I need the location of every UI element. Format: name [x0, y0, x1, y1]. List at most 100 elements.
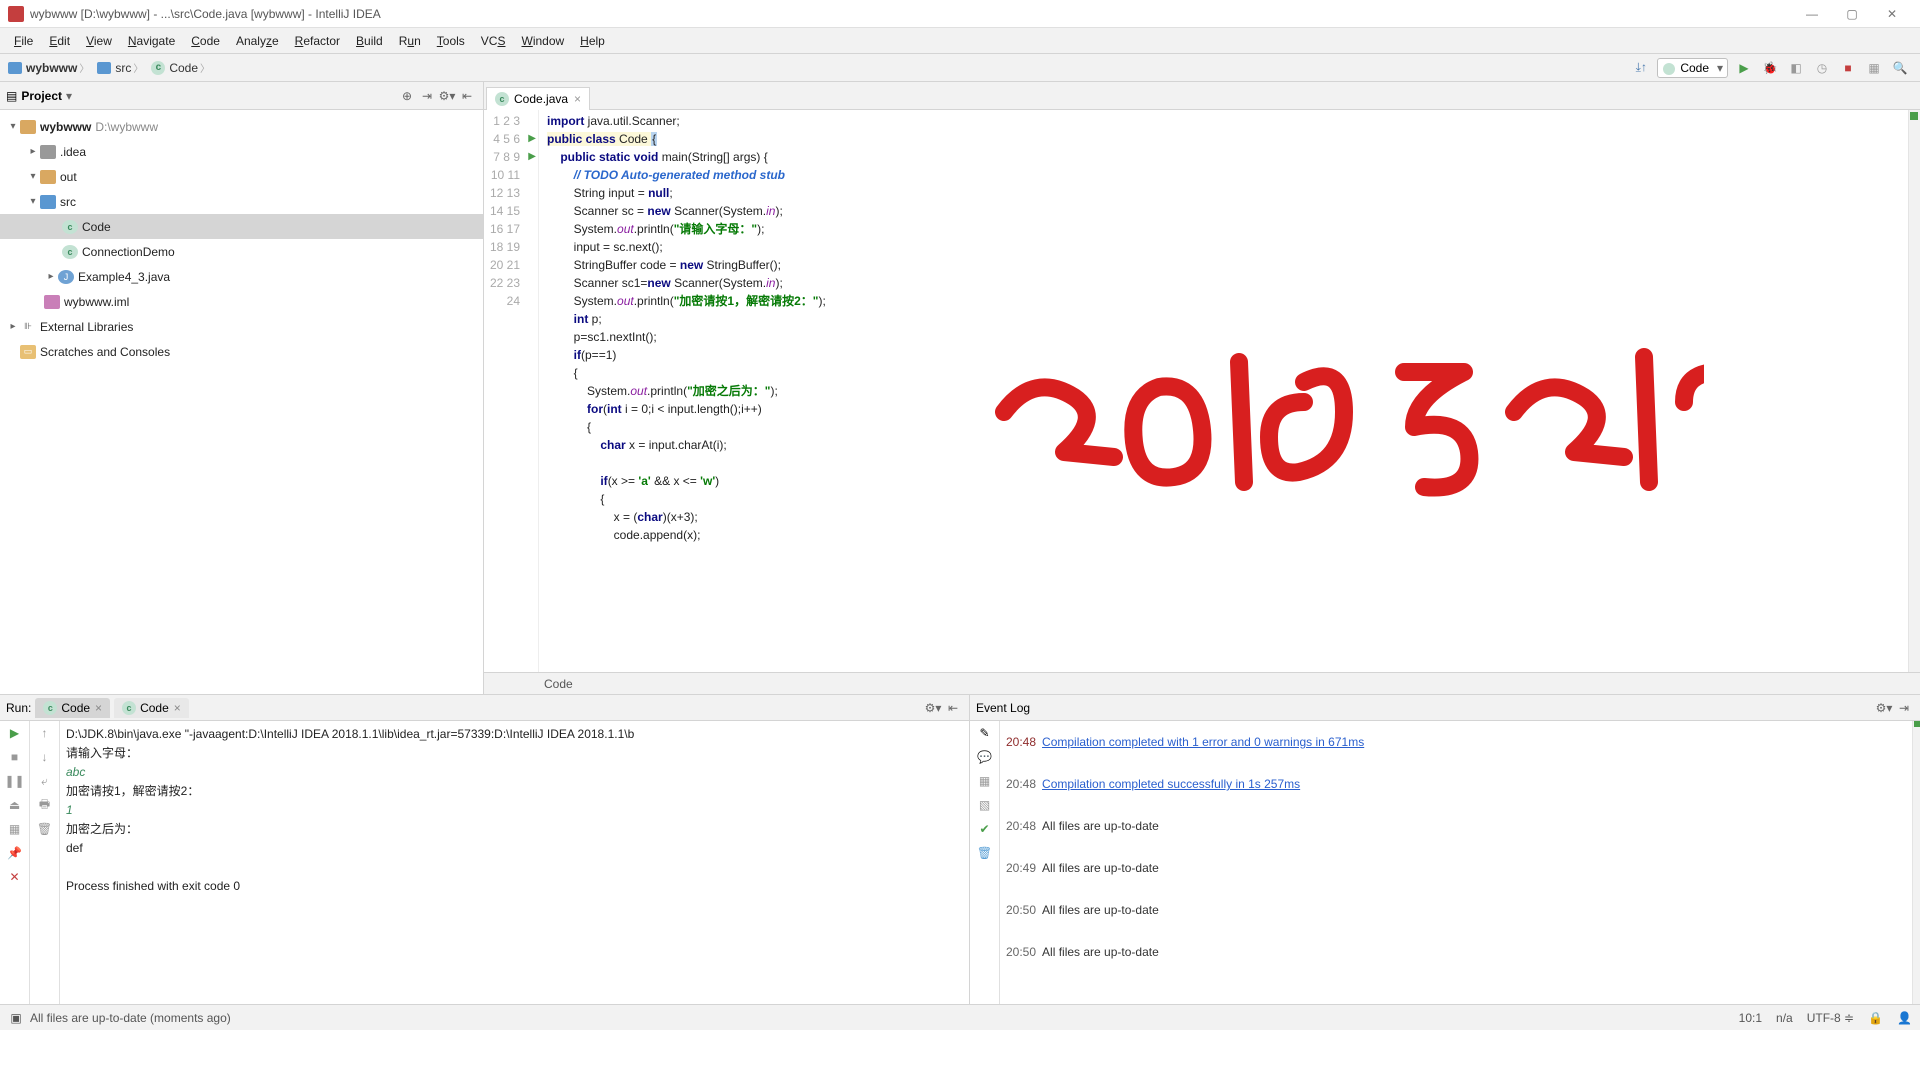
- hector-icon[interactable]: 👤: [1897, 1011, 1912, 1025]
- event-row[interactable]: 20:50All files are up-to-date: [1006, 889, 1906, 931]
- close-button[interactable]: ✕: [1872, 0, 1912, 28]
- menu-navigate[interactable]: Navigate: [120, 31, 183, 51]
- print-icon[interactable]: 🖶: [37, 797, 53, 813]
- editor-breadcrumb[interactable]: Code: [484, 672, 1920, 694]
- crumb-project[interactable]: wybwww: [4, 60, 93, 75]
- gear-icon[interactable]: ⚙▾: [1874, 698, 1894, 718]
- stop-icon[interactable]: ■: [1838, 58, 1858, 78]
- event-row[interactable]: 20:48Compilation completed successfully …: [1006, 763, 1906, 805]
- trash-icon[interactable]: 🗑: [977, 845, 993, 861]
- stop-icon[interactable]: ■: [7, 749, 23, 765]
- wrap-icon[interactable]: ⤶: [37, 773, 53, 789]
- tool-window-icon[interactable]: ▣: [8, 1010, 24, 1026]
- menu-refactor[interactable]: Refactor: [287, 31, 348, 51]
- menu-edit[interactable]: Edit: [41, 31, 78, 51]
- tree-item[interactable]: ▸.idea: [0, 139, 483, 164]
- tree-item[interactable]: cConnectionDemo: [0, 239, 483, 264]
- filter-icon[interactable]: ▧: [977, 797, 993, 813]
- menu-run[interactable]: Run: [391, 31, 429, 51]
- event-row[interactable]: 20:48Compilation completed with 1 error …: [1006, 721, 1906, 763]
- menu-analyze[interactable]: Analyze: [228, 31, 287, 51]
- hide-icon[interactable]: ⇥: [1894, 698, 1914, 718]
- tree-item[interactable]: wybwww.iml: [0, 289, 483, 314]
- window-title: wybwww [D:\wybwww] - ...\src\Code.java […: [30, 7, 381, 21]
- tree-item[interactable]: ▾out: [0, 164, 483, 189]
- insert-mode[interactable]: n/a: [1776, 1011, 1793, 1025]
- settings-icon[interactable]: ✎: [977, 725, 993, 741]
- class-icon: c: [62, 245, 78, 259]
- balloon-icon[interactable]: 💬: [977, 749, 993, 765]
- locate-icon[interactable]: ⊕: [397, 86, 417, 106]
- run-tab[interactable]: cCode×: [35, 698, 110, 718]
- build-icon[interactable]: ⤓↑: [1631, 58, 1651, 78]
- structure-icon[interactable]: ▦: [1864, 58, 1884, 78]
- tree-root[interactable]: ▾wybwwwD:\wybwww: [0, 114, 483, 139]
- event-row[interactable]: 20:48All files are up-to-date: [1006, 805, 1906, 847]
- caret-position[interactable]: 10:1: [1739, 1011, 1762, 1025]
- code-area[interactable]: 1 2 3 4 5 6 7 8 9 10 11 12 13 14 15 16 1…: [484, 110, 1920, 672]
- run-config-select[interactable]: Code: [1657, 58, 1728, 78]
- profile-icon[interactable]: ◷: [1812, 58, 1832, 78]
- event-title: Event Log: [976, 701, 1030, 715]
- menu-file[interactable]: File: [6, 31, 41, 51]
- menu-code[interactable]: Code: [183, 31, 228, 51]
- collapse-icon[interactable]: ⇥: [417, 86, 437, 106]
- event-row[interactable]: 20:49All files are up-to-date: [1006, 847, 1906, 889]
- run-icon[interactable]: ▶: [1734, 58, 1754, 78]
- pin-icon[interactable]: 📌: [7, 845, 23, 861]
- project-header[interactable]: ▤Project▾ ⊕ ⇥ ⚙▾ ⇤: [0, 82, 483, 110]
- gear-icon[interactable]: ⚙▾: [437, 86, 457, 106]
- minimize-button[interactable]: ―: [1792, 0, 1832, 28]
- src-folder-icon: [40, 195, 56, 209]
- menu-build[interactable]: Build: [348, 31, 391, 51]
- check-icon[interactable]: ✔: [977, 821, 993, 837]
- exit-icon[interactable]: ⏏: [7, 797, 23, 813]
- close-icon[interactable]: ×: [174, 701, 181, 715]
- maximize-button[interactable]: ▢: [1832, 0, 1872, 28]
- menu-window[interactable]: Window: [513, 31, 572, 51]
- lock-icon[interactable]: 🔒: [1868, 1011, 1883, 1025]
- event-list[interactable]: 20:48Compilation completed with 1 error …: [1000, 721, 1912, 1004]
- run-gutter-icon[interactable]: ▶: [528, 148, 536, 166]
- gear-icon[interactable]: ⚙▾: [923, 698, 943, 718]
- search-icon[interactable]: 🔍: [1890, 58, 1910, 78]
- class-icon: c: [62, 220, 78, 234]
- pause-icon[interactable]: ❚❚: [7, 773, 23, 789]
- tree-item-selected[interactable]: cCode: [0, 214, 483, 239]
- coverage-icon[interactable]: ◧: [1786, 58, 1806, 78]
- gutter[interactable]: 1 2 3 4 5 6 7 8 9 10 11 12 13 14 15 16 1…: [484, 110, 539, 672]
- run-gutter-icon[interactable]: ▶: [528, 130, 536, 148]
- close-tab-icon[interactable]: ×: [574, 92, 581, 106]
- crumb-file[interactable]: cCode: [147, 60, 214, 75]
- tree-item[interactable]: ▾src: [0, 189, 483, 214]
- error-stripe[interactable]: [1908, 110, 1920, 672]
- editor: cCode.java× 1 2 3 4 5 6 7 8 9 10 11 12 1…: [484, 82, 1920, 694]
- hide-icon[interactable]: ⇤: [457, 86, 477, 106]
- up-icon[interactable]: ↑: [37, 725, 53, 741]
- close-icon[interactable]: ×: [95, 701, 102, 715]
- tree-item[interactable]: ▸⊪External Libraries: [0, 314, 483, 339]
- editor-tab[interactable]: cCode.java×: [486, 87, 590, 110]
- menu-tools[interactable]: Tools: [429, 31, 473, 51]
- console-output[interactable]: D:\JDK.8\bin\java.exe "-javaagent:D:\Int…: [60, 721, 969, 1004]
- debug-icon[interactable]: 🐞: [1760, 58, 1780, 78]
- project-tree[interactable]: ▾wybwwwD:\wybwww ▸.idea ▾out ▾src cCode …: [0, 110, 483, 694]
- close-icon[interactable]: ✕: [7, 869, 23, 885]
- menu-view[interactable]: View: [78, 31, 120, 51]
- menu-help[interactable]: Help: [572, 31, 613, 51]
- scrollbar[interactable]: [1912, 721, 1920, 1004]
- rerun-icon[interactable]: ▶: [7, 725, 23, 741]
- clear-icon[interactable]: 🗑: [37, 821, 53, 837]
- hide-icon[interactable]: ⇤: [943, 698, 963, 718]
- crumb-src[interactable]: src: [93, 60, 147, 75]
- run-tab[interactable]: cCode×: [114, 698, 189, 718]
- code-text[interactable]: import java.util.Scanner; public class C…: [539, 110, 1920, 672]
- tree-item[interactable]: ▸▭Scratches and Consoles: [0, 339, 483, 364]
- tree-item[interactable]: ▸JExample4_3.java: [0, 264, 483, 289]
- encoding[interactable]: UTF-8 ≑: [1807, 1011, 1854, 1025]
- layout-icon[interactable]: ▦: [7, 821, 23, 837]
- down-icon[interactable]: ↓: [37, 749, 53, 765]
- menu-vcs[interactable]: VCS: [473, 31, 514, 51]
- event-row[interactable]: 20:50All files are up-to-date: [1006, 931, 1906, 973]
- mark-icon[interactable]: ▦: [977, 773, 993, 789]
